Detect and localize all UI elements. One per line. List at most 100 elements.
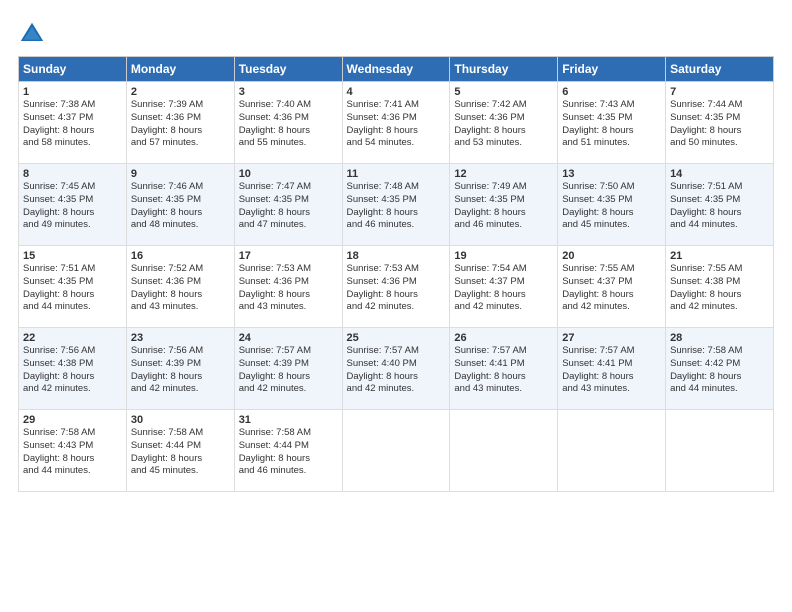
cell-details: Sunrise: 7:46 AMSunset: 4:35 PMDaylight:…	[131, 181, 230, 232]
cell-line: and 55 minutes.	[239, 137, 338, 150]
cell-line: Daylight: 8 hours	[670, 289, 769, 302]
cell-details: Sunrise: 7:58 AMSunset: 4:44 PMDaylight:…	[239, 427, 338, 478]
calendar-cell: 14Sunrise: 7:51 AMSunset: 4:35 PMDayligh…	[666, 164, 774, 246]
calendar-cell: 22Sunrise: 7:56 AMSunset: 4:38 PMDayligh…	[19, 328, 127, 410]
calendar-cell: 29Sunrise: 7:58 AMSunset: 4:43 PMDayligh…	[19, 410, 127, 492]
cell-line: Daylight: 8 hours	[23, 453, 122, 466]
cell-line: Sunset: 4:38 PM	[670, 276, 769, 289]
cell-line: Sunrise: 7:50 AM	[562, 181, 661, 194]
day-number: 30	[131, 414, 230, 426]
cell-line: Sunset: 4:36 PM	[347, 276, 446, 289]
cell-details: Sunrise: 7:41 AMSunset: 4:36 PMDaylight:…	[347, 99, 446, 150]
calendar-cell: 30Sunrise: 7:58 AMSunset: 4:44 PMDayligh…	[126, 410, 234, 492]
cell-line: Sunset: 4:44 PM	[239, 440, 338, 453]
cell-line: Sunrise: 7:56 AM	[23, 345, 122, 358]
day-number: 22	[23, 332, 122, 344]
calendar-cell: 28Sunrise: 7:58 AMSunset: 4:42 PMDayligh…	[666, 328, 774, 410]
cell-line: and 46 minutes.	[239, 465, 338, 478]
cell-line: and 43 minutes.	[454, 383, 553, 396]
cell-details: Sunrise: 7:42 AMSunset: 4:36 PMDaylight:…	[454, 99, 553, 150]
cell-line: Sunset: 4:37 PM	[562, 276, 661, 289]
cell-line: Daylight: 8 hours	[670, 125, 769, 138]
logo-icon	[18, 20, 46, 48]
cell-line: and 42 minutes.	[347, 301, 446, 314]
cell-details: Sunrise: 7:57 AMSunset: 4:41 PMDaylight:…	[562, 345, 661, 396]
calendar-cell	[450, 410, 558, 492]
day-number: 8	[23, 168, 122, 180]
cell-line: and 49 minutes.	[23, 219, 122, 232]
cell-line: Sunrise: 7:45 AM	[23, 181, 122, 194]
cell-line: and 51 minutes.	[562, 137, 661, 150]
cell-line: and 45 minutes.	[131, 465, 230, 478]
cell-line: Sunset: 4:37 PM	[23, 112, 122, 125]
calendar-cell: 27Sunrise: 7:57 AMSunset: 4:41 PMDayligh…	[558, 328, 666, 410]
col-header-thursday: Thursday	[450, 57, 558, 82]
cell-details: Sunrise: 7:45 AMSunset: 4:35 PMDaylight:…	[23, 181, 122, 232]
calendar-cell: 6Sunrise: 7:43 AMSunset: 4:35 PMDaylight…	[558, 82, 666, 164]
cell-details: Sunrise: 7:38 AMSunset: 4:37 PMDaylight:…	[23, 99, 122, 150]
cell-line: Daylight: 8 hours	[562, 371, 661, 384]
cell-line: Sunset: 4:37 PM	[454, 276, 553, 289]
cell-line: Sunrise: 7:51 AM	[23, 263, 122, 276]
cell-line: and 42 minutes.	[670, 301, 769, 314]
cell-line: Sunrise: 7:47 AM	[239, 181, 338, 194]
day-number: 19	[454, 250, 553, 262]
calendar-cell: 4Sunrise: 7:41 AMSunset: 4:36 PMDaylight…	[342, 82, 450, 164]
cell-line: Sunrise: 7:54 AM	[454, 263, 553, 276]
calendar-cell: 7Sunrise: 7:44 AMSunset: 4:35 PMDaylight…	[666, 82, 774, 164]
day-number: 11	[347, 168, 446, 180]
cell-details: Sunrise: 7:50 AMSunset: 4:35 PMDaylight:…	[562, 181, 661, 232]
cell-details: Sunrise: 7:53 AMSunset: 4:36 PMDaylight:…	[347, 263, 446, 314]
cell-line: and 42 minutes.	[23, 383, 122, 396]
cell-line: Daylight: 8 hours	[239, 207, 338, 220]
day-number: 18	[347, 250, 446, 262]
cell-line: Daylight: 8 hours	[23, 289, 122, 302]
cell-line: Daylight: 8 hours	[347, 289, 446, 302]
cell-line: Daylight: 8 hours	[23, 125, 122, 138]
cell-line: Sunset: 4:36 PM	[239, 276, 338, 289]
cell-line: Sunset: 4:43 PM	[23, 440, 122, 453]
calendar-cell: 20Sunrise: 7:55 AMSunset: 4:37 PMDayligh…	[558, 246, 666, 328]
cell-line: Sunrise: 7:57 AM	[347, 345, 446, 358]
calendar-cell: 23Sunrise: 7:56 AMSunset: 4:39 PMDayligh…	[126, 328, 234, 410]
cell-line: Sunrise: 7:49 AM	[454, 181, 553, 194]
calendar-cell: 2Sunrise: 7:39 AMSunset: 4:36 PMDaylight…	[126, 82, 234, 164]
header-row: SundayMondayTuesdayWednesdayThursdayFrid…	[19, 57, 774, 82]
calendar-cell: 25Sunrise: 7:57 AMSunset: 4:40 PMDayligh…	[342, 328, 450, 410]
cell-line: and 50 minutes.	[670, 137, 769, 150]
cell-line: Sunset: 4:35 PM	[670, 194, 769, 207]
cell-line: Sunset: 4:41 PM	[454, 358, 553, 371]
calendar-cell: 11Sunrise: 7:48 AMSunset: 4:35 PMDayligh…	[342, 164, 450, 246]
cell-line: Sunset: 4:36 PM	[454, 112, 553, 125]
cell-details: Sunrise: 7:54 AMSunset: 4:37 PMDaylight:…	[454, 263, 553, 314]
cell-details: Sunrise: 7:51 AMSunset: 4:35 PMDaylight:…	[670, 181, 769, 232]
cell-line: Daylight: 8 hours	[239, 289, 338, 302]
col-header-friday: Friday	[558, 57, 666, 82]
cell-line: Sunrise: 7:39 AM	[131, 99, 230, 112]
cell-details: Sunrise: 7:56 AMSunset: 4:39 PMDaylight:…	[131, 345, 230, 396]
cell-line: Sunset: 4:35 PM	[454, 194, 553, 207]
cell-line: Sunset: 4:39 PM	[239, 358, 338, 371]
cell-details: Sunrise: 7:55 AMSunset: 4:38 PMDaylight:…	[670, 263, 769, 314]
cell-line: Daylight: 8 hours	[347, 371, 446, 384]
cell-line: and 54 minutes.	[347, 137, 446, 150]
cell-details: Sunrise: 7:39 AMSunset: 4:36 PMDaylight:…	[131, 99, 230, 150]
cell-line: Daylight: 8 hours	[670, 371, 769, 384]
cell-line: Sunrise: 7:58 AM	[23, 427, 122, 440]
cell-line: Daylight: 8 hours	[239, 125, 338, 138]
cell-line: Daylight: 8 hours	[562, 207, 661, 220]
calendar-cell: 31Sunrise: 7:58 AMSunset: 4:44 PMDayligh…	[234, 410, 342, 492]
calendar-cell: 19Sunrise: 7:54 AMSunset: 4:37 PMDayligh…	[450, 246, 558, 328]
cell-line: Daylight: 8 hours	[454, 207, 553, 220]
cell-line: Sunrise: 7:58 AM	[131, 427, 230, 440]
cell-line: Sunset: 4:35 PM	[131, 194, 230, 207]
cell-details: Sunrise: 7:49 AMSunset: 4:35 PMDaylight:…	[454, 181, 553, 232]
cell-details: Sunrise: 7:52 AMSunset: 4:36 PMDaylight:…	[131, 263, 230, 314]
cell-line: Daylight: 8 hours	[131, 453, 230, 466]
day-number: 31	[239, 414, 338, 426]
col-header-tuesday: Tuesday	[234, 57, 342, 82]
cell-line: Sunrise: 7:41 AM	[347, 99, 446, 112]
col-header-monday: Monday	[126, 57, 234, 82]
day-number: 20	[562, 250, 661, 262]
cell-line: and 44 minutes.	[23, 301, 122, 314]
